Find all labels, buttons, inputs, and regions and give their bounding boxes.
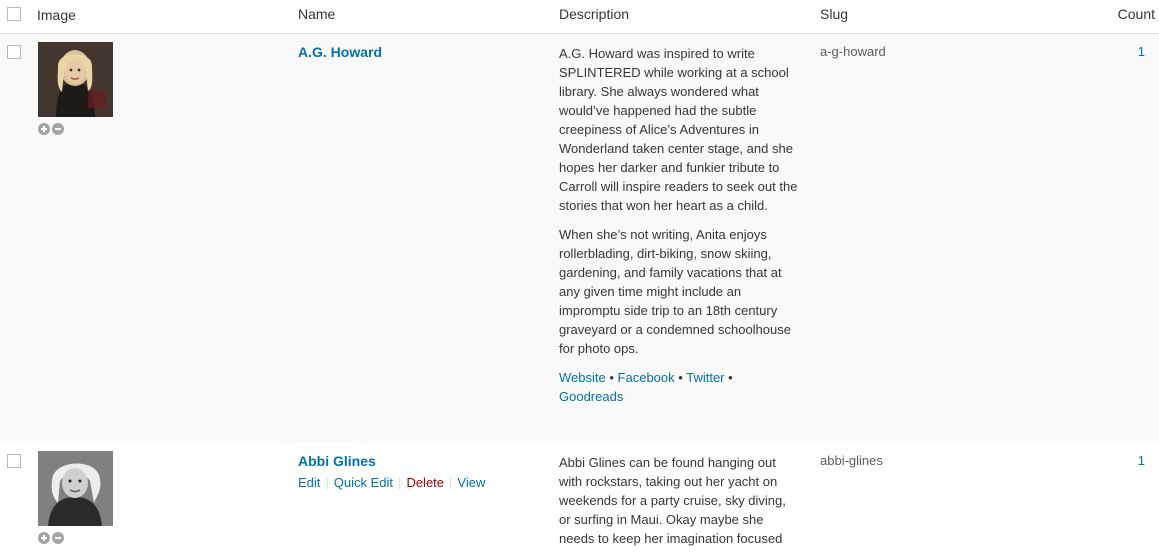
facebook-link[interactable]: Facebook (618, 370, 675, 385)
column-header-image[interactable]: Image (37, 7, 76, 23)
term-description: Abbi Glines can be found hanging out wit… (559, 453, 799, 558)
twitter-link[interactable]: Twitter (686, 370, 724, 385)
quick-edit-link[interactable]: Quick Edit (334, 475, 393, 490)
plus-circle-icon[interactable] (38, 532, 50, 544)
select-all-checkbox[interactable] (7, 7, 21, 21)
term-slug: abbi-glines (820, 453, 883, 468)
table-row: Abbi Glines Edit | Quick Edit | Delete | View … (0, 443, 1159, 554)
author-photo (38, 451, 113, 526)
action-separator: | (449, 475, 453, 490)
table-header: Image Name Description Slug Count (0, 0, 1159, 34)
description-paragraph: When she’s not writing, Anita enjoys rol… (559, 227, 791, 356)
link-separator: • (728, 370, 733, 385)
row-checkbox[interactable] (7, 45, 21, 59)
term-slug: a-g-howard (820, 44, 886, 59)
term-description: A.G. Howard was inspired to write SPLINT… (559, 44, 799, 416)
term-name-link[interactable]: A.G. Howard (298, 44, 382, 60)
description-paragraph: A.G. Howard was inspired to write SPLINT… (559, 46, 798, 213)
column-header-count[interactable]: Count (1118, 6, 1155, 22)
term-count-link[interactable]: 1 (1138, 44, 1145, 59)
minus-circle-icon[interactable] (52, 532, 64, 544)
description-links: Website • Facebook • Twitter • Goodreads (559, 368, 799, 406)
row-actions: Edit | Quick Edit | Delete | View (298, 475, 485, 490)
goodreads-link[interactable]: Goodreads (559, 389, 623, 404)
row-checkbox[interactable] (7, 454, 21, 468)
view-link[interactable]: View (457, 475, 485, 490)
action-separator: | (398, 475, 402, 490)
plus-circle-icon[interactable] (38, 123, 50, 135)
edit-link[interactable]: Edit (298, 475, 320, 490)
term-count-link[interactable]: 1 (1138, 453, 1145, 468)
delete-link[interactable]: Delete (406, 475, 444, 490)
term-name-link[interactable]: Abbi Glines (298, 453, 376, 469)
action-separator: | (325, 475, 329, 490)
description-paragraph: Abbi Glines can be found hanging out wit… (559, 455, 786, 546)
column-header-slug[interactable]: Slug (820, 6, 848, 22)
link-separator: • (678, 370, 683, 385)
image-actions (38, 532, 64, 544)
table-row: A.G. Howard A.G. Howard was inspired to … (0, 34, 1159, 443)
column-header-description[interactable]: Description (559, 6, 629, 22)
author-photo (38, 42, 113, 117)
terms-table: Image Name Description Slug Count A.G. H… (0, 0, 1159, 554)
minus-circle-icon[interactable] (52, 123, 64, 135)
column-header-name[interactable]: Name (298, 6, 335, 22)
image-actions (38, 123, 64, 135)
website-link[interactable]: Website (559, 370, 606, 385)
link-separator: • (609, 370, 614, 385)
